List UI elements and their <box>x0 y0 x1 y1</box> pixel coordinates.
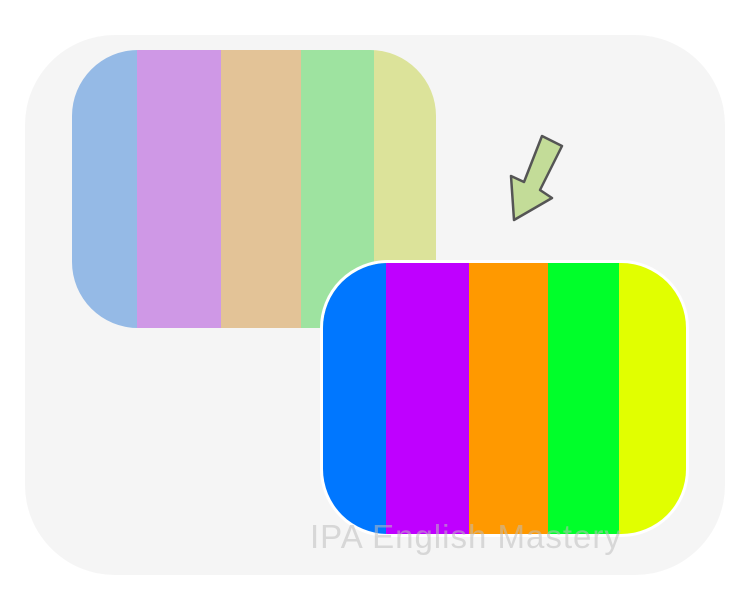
vivid-stripe-green <box>548 263 620 534</box>
arrow-down-left-icon <box>509 134 564 222</box>
vivid-stripe-orange <box>468 263 549 534</box>
faded-stripe-blue <box>72 50 137 328</box>
vivid-color-card <box>320 260 689 537</box>
vivid-stripe-yellow <box>619 263 686 534</box>
faded-stripe-purple <box>137 50 221 328</box>
vivid-stripe-blue <box>323 263 386 534</box>
watermark: IPA English Mastery <box>310 518 622 555</box>
vivid-stripe-purple <box>385 263 469 534</box>
faded-stripe-tan <box>221 50 301 328</box>
